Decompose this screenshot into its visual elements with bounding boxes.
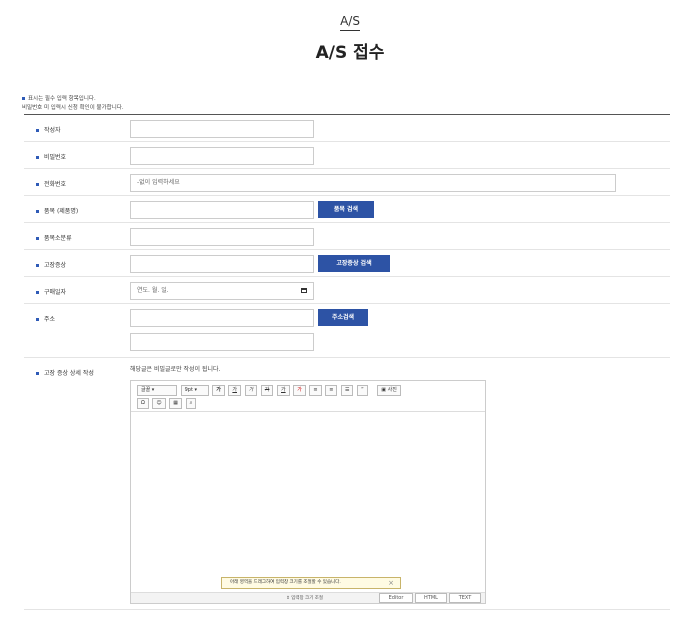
detail-label: 고장 증상 상세 작성 — [44, 370, 94, 377]
required-marker-icon — [36, 318, 39, 321]
bg-color-button[interactable]: 가 — [293, 385, 306, 396]
symptom-input[interactable] — [130, 255, 314, 273]
address-search-button[interactable]: 주소검색 — [318, 309, 368, 326]
address-label: 주소 — [44, 316, 56, 323]
rich-text-editor: 글꼴 ▾ 9pt ▾ 가 가 가 가 가 가 ≡ ≡ ☰ “ ▣ 사진 Ω ☺ … — [130, 380, 486, 604]
symptom-label: 고장증상 — [44, 262, 67, 269]
required-marker-icon — [36, 237, 39, 240]
symptom-search-button[interactable]: 고장증상 검색 — [318, 255, 390, 272]
address-zip-input[interactable] — [130, 309, 314, 327]
editor-toolbar-row-2: Ω ☺ ▦ ⌕ — [137, 398, 198, 409]
resize-handle[interactable]: ⇕ 입력창 크기 조절 — [286, 595, 323, 601]
writer-input[interactable] — [130, 120, 314, 138]
quote-icon[interactable]: “ — [357, 385, 368, 396]
italic-button[interactable]: 가 — [244, 385, 258, 396]
required-marker-icon — [36, 156, 39, 159]
product-label: 품목 (제품명) — [44, 208, 79, 215]
address-detail-input[interactable] — [130, 333, 314, 351]
special-char-icon[interactable]: Ω — [137, 398, 149, 409]
row-address: 주소 주소검색 — [24, 304, 670, 358]
text-color-button[interactable]: 가 — [277, 385, 290, 396]
secret-hint: 해당글은 비밀글로만 작성이 됩니다. — [130, 366, 221, 373]
align-center-icon[interactable]: ≡ — [325, 385, 338, 396]
required-notice: 표시는 필수 입력 항목입니다. 비밀번호 미 입력시 신청 확인이 불가합니다… — [22, 95, 124, 113]
required-marker-icon — [22, 97, 25, 100]
phone-label: 전화번호 — [44, 181, 67, 188]
editor-status-bar: ⇕ 입력창 크기 조절 Editor HTML TEXT — [131, 592, 485, 603]
mode-html-tab[interactable]: HTML — [415, 593, 447, 603]
purchase-date-input[interactable]: 연도. 월. 일. — [130, 282, 314, 300]
row-phone: 전화번호 -없이 입력하세요 — [24, 169, 670, 196]
category-input[interactable] — [130, 228, 314, 246]
notice-line-1: 표시는 필수 입력 항목입니다. — [28, 96, 96, 102]
strike-button[interactable]: 가 — [260, 385, 274, 396]
resize-tip: 아래 영역을 드래그하여 입력창 크기를 조절할 수 있습니다. × — [221, 577, 401, 589]
row-detail: 고장 증상 상세 작성 해당글은 비밀글로만 작성이 됩니다. 글꼴 ▾ 9pt… — [24, 358, 670, 610]
editor-content-area[interactable] — [131, 411, 485, 591]
row-symptom: 고장증상 고장증상 검색 — [24, 250, 670, 277]
row-purchase-date: 구매일자 연도. 월. 일. — [24, 277, 670, 304]
product-search-button[interactable]: 품목 검색 — [318, 201, 374, 218]
photo-button[interactable]: ▣ 사진 — [377, 385, 401, 396]
align-left-icon[interactable]: ≡ — [309, 385, 322, 396]
password-input[interactable] — [130, 147, 314, 165]
calendar-icon[interactable] — [301, 288, 307, 293]
required-marker-icon — [36, 183, 39, 186]
bold-button[interactable]: 가 — [212, 385, 225, 396]
row-category: 품목소분류 — [24, 223, 670, 250]
editor-toolbar: 글꼴 ▾ 9pt ▾ 가 가 가 가 가 가 ≡ ≡ ☰ “ ▣ 사진 — [137, 385, 403, 396]
font-size-select[interactable]: 9pt ▾ — [180, 385, 209, 396]
emoji-icon[interactable]: ☺ — [152, 398, 166, 409]
purchase-date-label: 구매일자 — [44, 289, 67, 296]
product-input[interactable] — [130, 201, 314, 219]
purchase-date-placeholder: 연도. 월. 일. — [137, 287, 169, 294]
row-writer: 작성자 — [24, 115, 670, 142]
search-icon[interactable]: ⌕ — [185, 398, 197, 409]
list-icon[interactable]: ☰ — [341, 385, 354, 396]
page-title: A/S 접수 — [315, 43, 385, 63]
mode-editor-tab[interactable]: Editor — [379, 593, 413, 603]
required-marker-icon — [36, 291, 39, 294]
breadcrumb-label: A/S — [340, 14, 360, 31]
phone-input[interactable]: -없이 입력하세요 — [130, 174, 616, 192]
font-select[interactable]: 글꼴 ▾ — [137, 385, 177, 396]
row-product: 품목 (제품명) 품목 검색 — [24, 196, 670, 223]
required-marker-icon — [36, 264, 39, 267]
close-icon[interactable]: × — [388, 578, 394, 588]
table-icon[interactable]: ▦ — [169, 398, 182, 409]
required-marker-icon — [36, 372, 39, 375]
required-marker-icon — [36, 129, 39, 132]
password-label: 비밀번호 — [44, 154, 67, 161]
category-label: 품목소분류 — [44, 235, 72, 242]
resize-tip-text: 아래 영역을 드래그하여 입력창 크기를 조절할 수 있습니다. — [230, 580, 341, 585]
as-form: 작성자 비밀번호 전화번호 -없이 입력하세요 품목 (제품명) 품목 검색 품… — [24, 114, 670, 610]
notice-line-2: 비밀번호 미 입력시 신청 확인이 불가합니다. — [22, 105, 124, 111]
underline-button[interactable]: 가 — [228, 385, 241, 396]
row-password: 비밀번호 — [24, 142, 670, 169]
breadcrumb: A/S — [0, 14, 700, 31]
required-marker-icon — [36, 210, 39, 213]
mode-text-tab[interactable]: TEXT — [449, 593, 481, 603]
writer-label: 작성자 — [44, 127, 61, 134]
